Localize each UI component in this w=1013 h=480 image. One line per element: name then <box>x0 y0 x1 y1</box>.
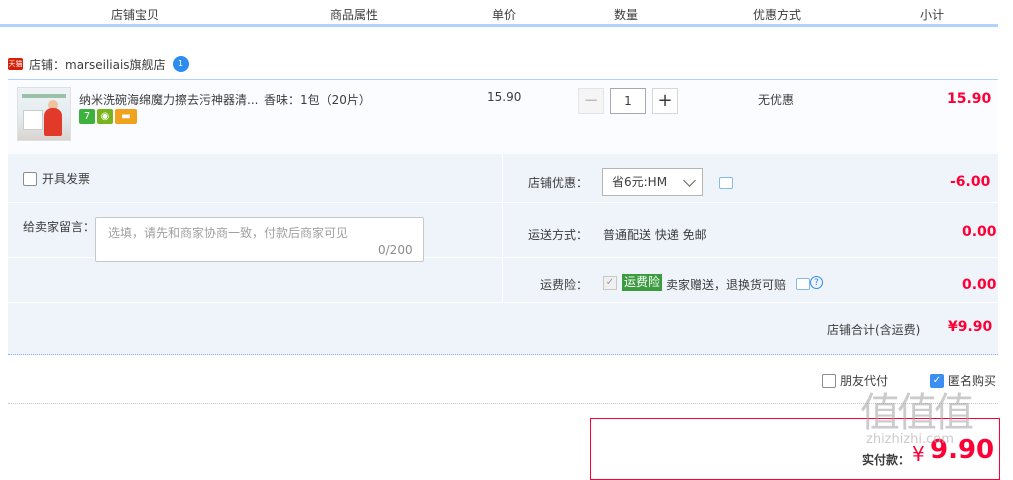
insurance-label: 运费险： <box>540 278 589 292</box>
comment-icon[interactable] <box>796 278 810 290</box>
invoice-label: 开具发票 <box>42 172 91 186</box>
column-header-item: 店铺宝贝 <box>110 8 160 22</box>
quantity-plus-button[interactable]: + <box>652 88 678 114</box>
column-header-promo: 优惠方式 <box>752 8 802 22</box>
anonymous-purchase-option[interactable]: ✓ 匿名购买 <box>930 372 996 389</box>
shop-discount-amount: -6.00 <box>950 174 991 190</box>
message-char-count: 0/200 <box>378 243 413 257</box>
pay-currency: ¥ <box>912 442 925 466</box>
shop-total-label: 店铺合计(含运费) <box>827 323 921 337</box>
anonymous-label: 匿名购买 <box>948 374 997 388</box>
panel-divider <box>502 154 503 302</box>
column-header-attr: 商品属性 <box>329 8 379 22</box>
insurance-tag: 运费险 <box>622 274 663 291</box>
thumbnail-person <box>44 108 62 136</box>
header-divider <box>444 4 445 20</box>
invoice-checkbox[interactable] <box>23 171 37 186</box>
shop-name-link[interactable]: 店铺：marseiliais旗舰店 <box>29 56 166 73</box>
wangwang-chat-icon[interactable]: 1 <box>172 56 189 72</box>
help-icon[interactable]: ? <box>810 276 823 289</box>
shipping-fee: 0.00 <box>962 224 997 240</box>
shop-discount-value: 省6元:HM <box>612 175 668 189</box>
insurance-text: 卖家赠送，退换货可赔 <box>666 278 787 292</box>
service-badges: 7 ◉ ▬ <box>79 109 137 124</box>
insurance-checkbox: ✓ <box>603 276 617 290</box>
panel-divider <box>8 302 998 303</box>
tmall-icon: 天猫 <box>8 58 23 70</box>
seven-day-return-icon[interactable]: 7 <box>79 109 95 124</box>
pay-label: 实付款： <box>862 453 911 467</box>
shop-row: 天猫 店铺：marseiliais旗舰店 1 <box>8 55 189 73</box>
friend-pay-option[interactable]: 朋友代付 <box>822 372 888 389</box>
quantity-minus-button[interactable]: − <box>578 88 604 114</box>
shop-total-value: ¥9.90 <box>948 319 993 335</box>
column-header: 店铺宝贝 商品属性 单价 数量 优惠方式 小计 <box>0 0 998 27</box>
product-title-link[interactable]: 纳米洗碗海绵魔力擦去污神器清... <box>79 91 258 108</box>
column-header-subtotal: 小计 <box>919 8 945 22</box>
shipping-method: 普通配送 快递 免邮 <box>603 228 707 242</box>
thumbnail-product <box>23 110 43 130</box>
thumbnail-banner <box>22 94 66 98</box>
header-divider <box>867 4 868 20</box>
message-label: 给卖家留言： <box>23 220 96 234</box>
promo-method: 无优惠 <box>758 93 795 107</box>
anonymous-checkbox[interactable]: ✓ <box>930 373 944 388</box>
shipping-label: 运送方式： <box>528 228 589 242</box>
invoice-option[interactable]: 开具发票 <box>23 170 90 187</box>
item-subtotal: 15.90 <box>947 91 992 107</box>
header-divider <box>686 4 687 20</box>
friend-pay-checkbox[interactable] <box>822 373 836 388</box>
divider <box>8 403 998 405</box>
shop-discount-select[interactable]: 省6元:HM <box>602 168 703 196</box>
column-header-qty: 数量 <box>613 8 639 22</box>
column-header-price: 单价 <box>491 8 517 22</box>
friend-pay-label: 朋友代付 <box>840 374 889 388</box>
shop-discount-label: 店铺优惠： <box>528 176 589 190</box>
header-divider <box>565 4 566 20</box>
quantity-input[interactable]: 1 <box>610 88 646 114</box>
guarantee-shield-icon[interactable]: ◉ <box>97 109 113 124</box>
pay-amount: 9.90 <box>930 435 995 465</box>
credit-card-icon[interactable]: ▬ <box>115 109 137 124</box>
message-placeholder: 选填，请先和商家协商一致，付款后商家可见 <box>108 226 349 240</box>
product-thumbnail[interactable] <box>17 87 71 141</box>
unit-price: 15.90 <box>487 90 522 104</box>
comment-icon[interactable] <box>719 177 733 189</box>
header-divider <box>263 4 264 20</box>
product-attribute: 香味：1包（20片） <box>264 93 371 107</box>
panel-divider <box>8 202 998 203</box>
insurance-fee: 0.00 <box>962 277 997 293</box>
chevron-down-icon <box>683 174 696 187</box>
quantity-stepper: − 1 + <box>578 88 678 114</box>
